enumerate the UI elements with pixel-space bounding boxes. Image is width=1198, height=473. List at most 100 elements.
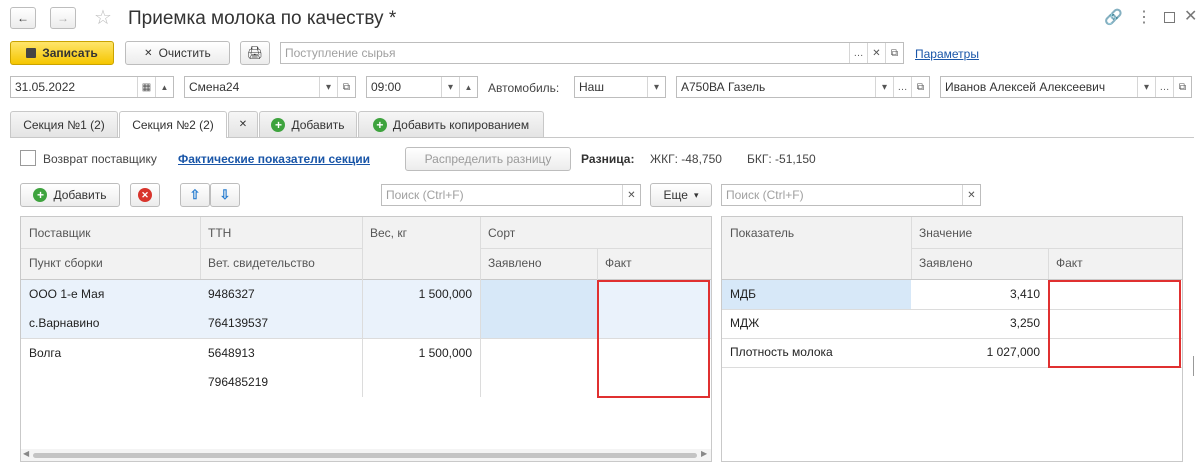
scroll-right-icon[interactable]: ▶ — [701, 449, 707, 458]
more-vertical-icon[interactable]: ⋮ — [1136, 7, 1152, 27]
params-link[interactable]: Параметры — [915, 47, 979, 61]
header-supplier[interactable]: Поставщик — [21, 218, 91, 248]
open-icon[interactable]: ⧉ — [337, 77, 355, 97]
close-icon[interactable]: ✕ — [1184, 6, 1197, 26]
arrow-right-icon: → — [57, 11, 69, 25]
cell-ttn[interactable]: 9486327 — [200, 280, 263, 309]
arrow-down-icon: ⇩ — [219, 187, 231, 202]
chevron-down-icon[interactable]: ▾ — [1137, 77, 1155, 97]
scrollbar-thumb[interactable] — [33, 453, 697, 458]
back-button[interactable]: ← — [10, 7, 36, 29]
clear-icon[interactable]: ✕ — [962, 185, 980, 205]
header-sort-fact[interactable]: Факт — [597, 248, 632, 278]
chevron-down-icon[interactable]: ▾ — [647, 77, 665, 97]
chevron-down-icon[interactable]: ▾ — [875, 77, 893, 97]
header-sort[interactable]: Сорт — [480, 218, 515, 248]
link-icon[interactable]: 🔗 — [1104, 8, 1123, 26]
cell-weight[interactable]: 1 500,000 — [362, 339, 480, 368]
bkg-value: БКГ: -51,150 — [747, 152, 816, 166]
car-owner-field[interactable]: Наш ▾ — [574, 76, 666, 98]
move-down-button[interactable]: ⇩ — [210, 183, 240, 207]
header-divider — [911, 248, 1182, 249]
more-button[interactable]: Еще ▾ — [650, 183, 712, 207]
clear-button[interactable]: ✕ Очистить — [125, 41, 230, 65]
driver-field[interactable]: Иванов Алексей Алексеевич ▾ … ⧉ — [940, 76, 1192, 98]
spinner-icon[interactable]: ▲ — [459, 77, 477, 97]
distribute-difference-button[interactable]: Распределить разницу — [405, 147, 571, 171]
plus-circle-icon: + — [33, 188, 48, 202]
open-icon[interactable]: ⧉ — [885, 43, 903, 63]
horizontal-scrollbar[interactable]: ◀ ▶ — [21, 449, 711, 461]
delete-icon: ✕ — [138, 188, 152, 202]
header-value[interactable]: Значение — [911, 218, 972, 248]
spinner-icon[interactable]: ▲ — [155, 77, 173, 97]
page-title: Приемка молока по качеству * — [128, 8, 397, 29]
cell-vet-certificate[interactable]: 764139537 — [200, 309, 276, 338]
open-icon[interactable]: ⧉ — [911, 77, 929, 97]
return-label: Возврат поставщику — [43, 152, 157, 166]
actual-indicators-link[interactable]: Фактические показатели секции — [178, 152, 370, 166]
return-checkbox[interactable] — [20, 150, 36, 166]
col-divider — [200, 217, 201, 279]
header-divider — [480, 248, 711, 249]
right-search-input[interactable]: Поиск (Ctrl+F) ✕ — [721, 184, 981, 206]
favorite-star-icon[interactable]: ☆ — [94, 5, 112, 30]
add-row-button[interactable]: + Добавить — [20, 183, 120, 207]
select-dots-icon[interactable]: … — [1155, 77, 1173, 97]
forward-button[interactable]: → — [50, 7, 76, 29]
header-collection-point[interactable]: Пункт сборки — [21, 248, 103, 278]
car-field[interactable]: А750ВА Газель ▾ … ⧉ — [676, 76, 930, 98]
maximize-icon[interactable] — [1164, 12, 1175, 23]
close-icon: ✕ — [238, 119, 248, 130]
move-up-button[interactable]: ⇧ — [180, 183, 210, 207]
header-weight[interactable]: Вес, кг — [362, 218, 407, 248]
scroll-left-icon[interactable]: ◀ — [23, 449, 29, 458]
delete-row-button[interactable]: ✕ — [130, 183, 160, 207]
header-vet-certificate[interactable]: Вет. свидетельство — [200, 248, 315, 278]
clear-icon[interactable]: ✕ — [622, 185, 640, 205]
header-value-declared[interactable]: Заявлено — [911, 248, 973, 278]
date-field[interactable]: 31.05.2022 ▦ ▲ — [10, 76, 174, 98]
header-ttn[interactable]: ТТН — [200, 218, 231, 248]
tab-add-copy[interactable]: + Добавить копированием — [358, 111, 544, 137]
suppliers-table: Поставщик ТТН Вес, кг Сорт Пункт сборки … — [20, 216, 712, 462]
time-field[interactable]: 09:00 ▾ ▲ — [366, 76, 478, 98]
cell-ttn[interactable]: 5648913 — [200, 339, 263, 368]
source-document-field[interactable]: Поступление сырья … ✕ ⧉ — [280, 42, 904, 64]
cell-vet-certificate[interactable]: 796485219 — [200, 368, 276, 397]
chevron-down-icon[interactable]: ▾ — [319, 77, 337, 97]
left-search-input[interactable]: Поиск (Ctrl+F) ✕ — [381, 184, 641, 206]
shift-field[interactable]: Смена24 ▾ ⧉ — [184, 76, 356, 98]
cell-declared[interactable]: 1 027,000 — [911, 338, 1048, 367]
select-dots-icon[interactable]: … — [849, 43, 867, 63]
col-divider — [1048, 248, 1049, 279]
save-button[interactable]: Записать — [10, 41, 114, 65]
cell-indicator[interactable]: Плотность молока — [722, 338, 841, 367]
cell-weight[interactable]: 1 500,000 — [362, 280, 480, 309]
car-label: Автомобиль: — [488, 81, 560, 95]
cell-supplier[interactable]: Волга — [21, 339, 69, 368]
open-icon[interactable]: ⧉ — [1173, 77, 1191, 97]
print-button[interactable]: 🖨 — [240, 41, 270, 65]
header-indicator[interactable]: Показатель — [722, 218, 794, 248]
tab-section-1[interactable]: Секция №1 (2) — [10, 111, 118, 137]
cell-indicator[interactable]: МДЖ — [722, 309, 767, 338]
clear-icon[interactable]: ✕ — [867, 43, 885, 63]
cell-supplier[interactable]: ООО 1-е Мая — [21, 280, 112, 309]
selected-cell[interactable] — [481, 280, 597, 338]
splitter-handle[interactable] — [1193, 356, 1198, 376]
save-icon — [26, 48, 37, 58]
select-dots-icon[interactable]: … — [893, 77, 911, 97]
calendar-icon[interactable]: ▦ — [137, 77, 155, 97]
close-tab-button[interactable]: ✕ — [228, 111, 258, 137]
cell-collection-point[interactable]: с.Варнавино — [21, 309, 107, 338]
tab-section-2[interactable]: Секция №2 (2) — [119, 111, 227, 138]
cell-declared[interactable]: 3,410 — [911, 280, 1048, 309]
cell-indicator[interactable]: МДБ — [722, 280, 764, 309]
fact-column-highlight — [597, 280, 710, 398]
header-value-fact[interactable]: Факт — [1048, 248, 1083, 278]
tab-add[interactable]: + Добавить — [259, 111, 357, 137]
chevron-down-icon[interactable]: ▾ — [441, 77, 459, 97]
cell-declared[interactable]: 3,250 — [911, 309, 1048, 338]
header-sort-declared[interactable]: Заявлено — [480, 248, 542, 278]
